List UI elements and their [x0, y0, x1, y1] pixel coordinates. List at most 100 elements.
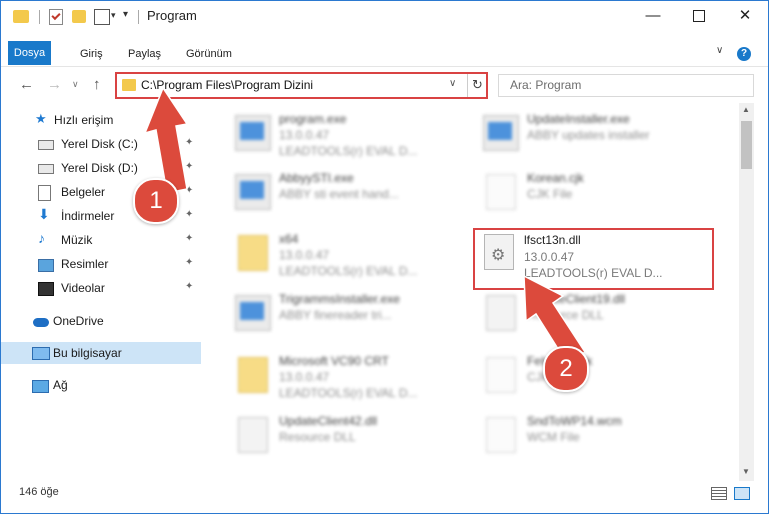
list-item[interactable]: ⚙ lfsct13n.dll 13.0.0.47 LEADTOOLS(r) EV… [475, 230, 711, 282]
address-bar[interactable]: C:\Program Files\Program Dizini ∨ ↻ [115, 72, 488, 99]
scroll-thumb[interactable] [741, 121, 752, 169]
sidebar-item-network[interactable]: Ağ [1, 374, 201, 396]
file-description: LEADTOOLS(r) EVAL D... [279, 386, 418, 400]
pin-icon[interactable]: ✦ [185, 233, 193, 244]
forward-button[interactable]: → [47, 76, 62, 93]
file-version: 13.0.0.47 [524, 250, 575, 264]
star-icon: ★ [35, 111, 47, 126]
computer-icon [32, 347, 50, 360]
sidebar-item-label: Müzik [61, 233, 93, 247]
tab-view[interactable]: Görünüm [180, 43, 238, 65]
list-item[interactable]: FeImage.cjk CJK File [477, 349, 713, 401]
sidebar-item-disk-c[interactable]: Yerel Disk (C:) ✦ [1, 133, 201, 155]
downloads-icon: ⬇ [38, 206, 50, 222]
file-description: CJK File [527, 187, 573, 201]
dll-icon [486, 295, 516, 331]
videos-icon [38, 282, 54, 296]
sidebar-item-pictures[interactable]: Resimler ✦ [1, 253, 201, 275]
close-button[interactable]: ✕ [722, 1, 768, 31]
dll-icon: ⚙ [484, 234, 514, 270]
pictures-icon [38, 259, 54, 272]
drive-icon [38, 164, 54, 174]
customize-toolbar-icon[interactable]: ▾ [123, 9, 128, 25]
file-name: program.exe [279, 112, 347, 126]
tab-file[interactable]: Dosya [8, 41, 51, 65]
list-item[interactable]: UpdateClient19.dll Resource DLL [477, 287, 713, 339]
list-item[interactable]: TrigrammsInstaller.exe ABBY finereader t… [229, 287, 465, 339]
address-dropdown-icon[interactable]: ∨ [449, 78, 456, 89]
tiles-view-icon[interactable] [734, 487, 750, 500]
status-bar: 146 öğe [1, 481, 768, 513]
tab-home[interactable]: Giriş [74, 43, 109, 65]
up-button[interactable]: ↑ [93, 76, 101, 93]
list-item[interactable]: UpdateClient42.dll Resource DLL [229, 409, 465, 461]
maximize-button[interactable] [676, 1, 722, 31]
folder-icon [122, 79, 136, 91]
search-input[interactable]: Ara: Program [498, 74, 754, 97]
dll-icon [238, 417, 268, 453]
vertical-scrollbar[interactable]: ▲ ▼ [739, 103, 754, 481]
sidebar-item-disk-d[interactable]: Yerel Disk (D:) ✦ [1, 157, 201, 179]
address-path[interactable]: C:\Program Files\Program Dizini [141, 78, 313, 92]
folder-icon [13, 10, 29, 23]
help-icon[interactable]: ? [737, 47, 751, 61]
list-item[interactable]: SndToWP14.wcm WCM File [477, 409, 713, 461]
folder-icon [238, 357, 268, 393]
recent-locations-icon[interactable]: ∨ [72, 79, 79, 90]
expand-ribbon-icon[interactable]: ∨ [716, 45, 723, 56]
file-description: WCM File [527, 430, 580, 444]
file-name: UpdateClient42.dll [279, 414, 378, 428]
scroll-up-icon[interactable]: ▲ [742, 105, 750, 114]
sidebar-item-onedrive[interactable]: OneDrive [1, 310, 201, 332]
list-item[interactable]: UpdateInstaller.exe ABBY updates install… [477, 107, 713, 159]
sidebar-item-label: Videolar [61, 281, 105, 295]
pin-icon[interactable]: ✦ [185, 161, 193, 172]
details-view-icon[interactable] [711, 487, 727, 500]
pin-icon[interactable]: ✦ [185, 257, 193, 268]
file-description: LEADTOOLS(r) EVAL D... [279, 264, 418, 278]
pin-icon[interactable]: ✦ [185, 185, 193, 196]
sidebar-item-this-pc[interactable]: Bu bilgisayar [1, 342, 201, 364]
scroll-down-icon[interactable]: ▼ [742, 467, 750, 476]
back-button[interactable]: ← [19, 76, 34, 93]
file-description: ABBY finereader tri... [279, 308, 392, 322]
new-folder-icon[interactable] [72, 10, 86, 23]
tab-share[interactable]: Paylaş [122, 43, 167, 65]
minimize-button[interactable]: — [630, 1, 676, 31]
chevron-down-icon[interactable]: ▾ [111, 10, 116, 26]
list-item[interactable]: Microsoft VC90 CRT 13.0.0.47 LEADTOOLS(r… [229, 349, 465, 401]
sidebar-item-label: İndirmeler [61, 209, 115, 223]
file-icon [486, 417, 516, 453]
file-description: LEADTOOLS(r) EVAL D... [524, 266, 663, 280]
explorer-window: ▾ ▾ Program — ✕ Dosya Giriş Paylaş Görün… [0, 0, 769, 514]
file-name: lfsct13n.dll [524, 233, 581, 247]
folder-icon [238, 235, 268, 271]
sidebar-item-quick-access[interactable]: ★ Hızlı erişim [1, 109, 201, 131]
pin-icon[interactable]: ✦ [185, 281, 193, 292]
sidebar-item-label: Yerel Disk (D:) [61, 161, 138, 175]
pin-icon[interactable]: ✦ [185, 137, 193, 148]
list-item[interactable]: AbbyySTI.exe ABBY sti event hand... [229, 166, 465, 218]
search-placeholder: Ara: Program [510, 78, 582, 92]
properties-check-icon[interactable] [49, 9, 63, 25]
sidebar-item-music[interactable]: ♪ Müzik ✦ [1, 229, 201, 251]
exe-icon [483, 115, 519, 151]
file-description: ABBY updates installer [527, 128, 650, 142]
sidebar-item-label: Belgeler [61, 185, 106, 199]
refresh-button[interactable]: ↻ [467, 74, 487, 97]
quick-access-props-icon[interactable] [94, 9, 110, 25]
list-item[interactable]: x64 13.0.0.47 LEADTOOLS(r) EVAL D... [229, 227, 465, 279]
divider [138, 10, 139, 24]
drive-icon [38, 140, 54, 150]
highlighted-file-lfsct13n[interactable]: ⚙ lfsct13n.dll 13.0.0.47 LEADTOOLS(r) EV… [473, 228, 714, 290]
sidebar-item-label: Ağ [53, 378, 68, 392]
list-item[interactable]: Korean.cjk CJK File [477, 166, 713, 218]
maximize-icon [693, 10, 705, 23]
file-description: ABBY sti event hand... [279, 187, 399, 201]
pin-icon[interactable]: ✦ [185, 209, 193, 220]
file-version: 13.0.0.47 [279, 128, 330, 142]
list-item[interactable]: program.exe 13.0.0.47 LEADTOOLS(r) EVAL … [229, 107, 465, 159]
sidebar-item-label: Yerel Disk (C:) [61, 137, 138, 151]
sidebar-item-videos[interactable]: Videolar ✦ [1, 277, 201, 299]
exe-icon [235, 174, 271, 210]
